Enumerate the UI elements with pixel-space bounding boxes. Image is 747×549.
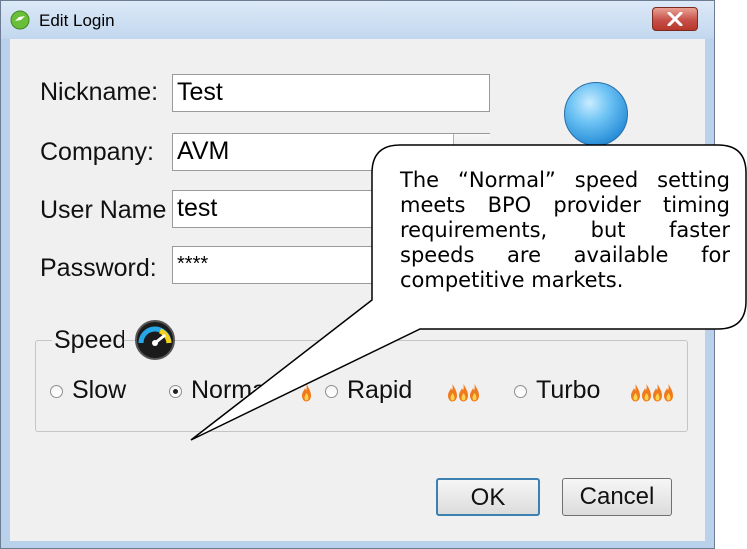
close-icon (667, 12, 683, 26)
flame-icon (448, 384, 457, 402)
company-dropdown-button[interactable] (453, 134, 490, 168)
flame-rating (630, 383, 674, 403)
flame-icon (664, 384, 673, 402)
ok-button[interactable]: OK (436, 478, 540, 516)
speed-group-label: Speed (52, 326, 124, 356)
radio-circle[interactable] (514, 385, 527, 398)
company-dropdown[interactable]: AVM (172, 133, 490, 171)
callout-text: The “Normal” speed setting meets BPO pro… (400, 168, 730, 292)
radio-turbo-label: Turbo (536, 376, 601, 404)
title-bar[interactable]: Edit Login (1, 1, 714, 39)
flame-icon (459, 384, 468, 402)
flame-rating (301, 383, 312, 403)
login-app-icon (10, 10, 30, 30)
username-label: User Name (40, 196, 167, 224)
flame-icon (470, 384, 479, 402)
flame-rating (447, 383, 480, 403)
radio-circle[interactable] (50, 385, 63, 398)
status-indicator (564, 82, 628, 146)
radio-circle[interactable] (325, 385, 338, 398)
close-button[interactable] (652, 7, 698, 31)
flame-icon (642, 384, 651, 402)
nickname-field[interactable]: Test (172, 74, 490, 112)
flame-icon (653, 384, 662, 402)
nickname-label: Nickname: (40, 78, 159, 106)
cancel-button[interactable]: Cancel (562, 478, 672, 516)
radio-rapid-label: Rapid (347, 376, 413, 404)
window-title: Edit Login (39, 11, 115, 30)
speedometer-icon (135, 320, 175, 360)
flame-icon (631, 384, 640, 402)
company-label: Company: (40, 138, 154, 166)
radio-selected-dot (173, 389, 178, 394)
radio-normal-label: Normal (191, 376, 272, 404)
flame-icon (302, 384, 311, 402)
radio-circle[interactable] (169, 385, 182, 398)
password-label: Password: (40, 254, 157, 282)
company-value: AVM (177, 137, 230, 165)
radio-slow-label: Slow (72, 376, 127, 404)
